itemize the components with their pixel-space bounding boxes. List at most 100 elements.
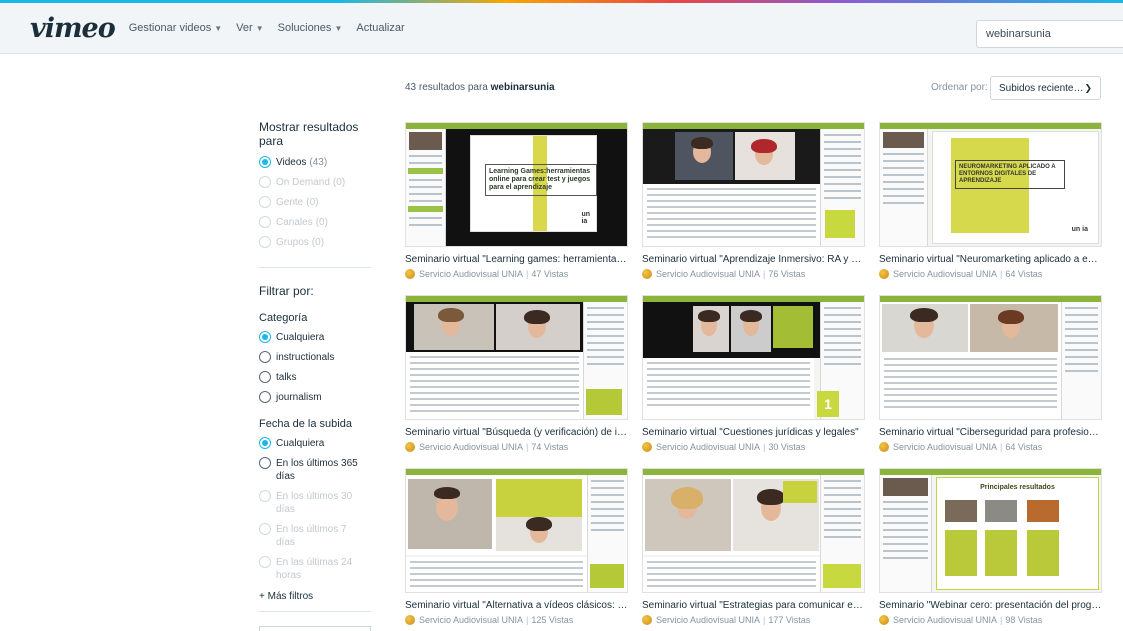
radio-videos[interactable]: Videos (43) (259, 156, 371, 169)
video-title[interactable]: Seminario virtual "Ciberseguridad para p… (879, 427, 1102, 438)
video-author[interactable]: Servicio Audiovisual UNIA (419, 269, 523, 279)
video-card[interactable]: Principales resultados Seminario "Webina… (879, 468, 1102, 625)
video-views: 177 Vistas (768, 615, 811, 625)
option-label: On Demand (276, 177, 330, 188)
avatar-icon[interactable] (879, 615, 889, 625)
video-card[interactable]: Seminario virtual "Búsqueda (y verificac… (405, 295, 628, 452)
avatar-icon[interactable] (405, 269, 415, 279)
radio-category-instructionals[interactable]: instructionals (259, 351, 371, 364)
thumb-decor (406, 475, 587, 555)
show-results-title: Mostrar resultados para (259, 120, 359, 148)
video-title[interactable]: Seminario virtual "Cuestiones jurídicas … (642, 427, 865, 438)
option-count: (0) (332, 177, 346, 188)
nav-label: Gestionar videos (128, 22, 212, 34)
video-title[interactable]: Seminario virtual "Learning games: herra… (405, 254, 628, 265)
chevron-down-icon: ▼ (334, 23, 343, 33)
results-count-text: 43 resultados para (405, 82, 488, 93)
video-card[interactable]: Seminario virtual "Estrategias para comu… (642, 468, 865, 625)
avatar-icon[interactable] (405, 442, 415, 452)
thumb-decor (643, 557, 820, 592)
slide-text: NEUROMARKETING APLICADO A ENTORNOS DIGIT… (955, 160, 1065, 189)
nav-actualizar[interactable]: Actualizar (356, 22, 404, 34)
video-title[interactable]: Seminario virtual "Búsqueda (y verificac… (405, 427, 628, 438)
radio-icon (259, 523, 271, 535)
nav-gestionar-videos[interactable]: Gestionar videos ▼ (129, 22, 222, 34)
video-thumbnail[interactable] (642, 468, 865, 593)
avatar-icon[interactable] (879, 269, 889, 279)
sidebar-bottom-box (259, 626, 371, 631)
video-author[interactable]: Servicio Audiovisual UNIA (893, 269, 997, 279)
video-card[interactable]: Seminario virtual "Alternativa a vídeos … (405, 468, 628, 625)
option-label: Cualquiera (276, 332, 325, 343)
thumb-slide: NEUROMARKETING APLICADO A ENTORNOS DIGIT… (932, 131, 1099, 244)
thumb-decor (643, 475, 820, 555)
radio-checked-icon[interactable] (259, 156, 271, 168)
video-thumbnail[interactable] (642, 122, 865, 247)
avatar-icon[interactable] (642, 615, 652, 625)
video-thumbnail[interactable] (405, 468, 628, 593)
thumb-decor (880, 302, 1061, 354)
thumb-slide: Learning Games:herramientas online para … (470, 135, 597, 232)
thumb-decor (406, 302, 583, 352)
sort-value: Subidos reciente… (999, 82, 1084, 94)
video-card[interactable]: 1 Seminario virtual "Cuestiones jurídica… (642, 295, 865, 452)
video-thumbnail[interactable] (405, 295, 628, 420)
date-options: Cualquiera En los últimos 365 días En lo… (259, 437, 371, 582)
video-author[interactable]: Servicio Audiovisual UNIA (656, 615, 760, 625)
avatar-icon[interactable] (642, 442, 652, 452)
category-title: Categoría (259, 312, 308, 324)
radio-icon[interactable] (259, 371, 271, 383)
radio-gente: Gente (0) (259, 196, 371, 209)
avatar-icon[interactable] (642, 269, 652, 279)
video-card[interactable]: Seminario virtual "Aprendizaje Inmersivo… (642, 122, 865, 279)
results-query: webinarsunia (490, 82, 555, 93)
video-author[interactable]: Servicio Audiovisual UNIA (419, 442, 523, 452)
option-label: talks (276, 372, 297, 383)
radio-checked-icon[interactable] (259, 331, 271, 343)
video-card[interactable]: Learning Games:herramientas online para … (405, 122, 628, 279)
video-thumbnail[interactable] (879, 295, 1102, 420)
video-author[interactable]: Servicio Audiovisual UNIA (656, 269, 760, 279)
radio-date-any[interactable]: Cualquiera (259, 437, 371, 450)
radio-checked-icon[interactable] (259, 437, 271, 449)
thumb-decor (406, 557, 587, 592)
video-author[interactable]: Servicio Audiovisual UNIA (893, 442, 997, 452)
sort-label: Ordenar por: (931, 82, 988, 93)
sort-select[interactable]: Subidos reciente… ❯ (990, 76, 1101, 100)
video-card[interactable]: NEUROMARKETING APLICADO A ENTORNOS DIGIT… (879, 122, 1102, 279)
video-thumbnail[interactable]: Learning Games:herramientas online para … (405, 122, 628, 247)
avatar-icon[interactable] (879, 442, 889, 452)
radio-category-cualquiera[interactable]: Cualquiera (259, 331, 371, 344)
video-title[interactable]: Seminario virtual "Aprendizaje Inmersivo… (642, 254, 865, 265)
radio-icon[interactable] (259, 351, 271, 363)
video-author[interactable]: Servicio Audiovisual UNIA (656, 442, 760, 452)
video-views: 76 Vistas (768, 269, 806, 279)
radio-icon (259, 556, 271, 568)
video-author[interactable]: Servicio Audiovisual UNIA (419, 615, 523, 625)
radio-date-365[interactable]: En los últimos 365 días (259, 457, 371, 483)
video-title[interactable]: Seminario virtual "Alternativa a vídeos … (405, 600, 628, 611)
radio-icon[interactable] (259, 391, 271, 403)
radio-category-journalism[interactable]: journalism (259, 391, 371, 404)
video-author[interactable]: Servicio Audiovisual UNIA (893, 615, 997, 625)
video-title[interactable]: Seminario "Webinar cero: presentación de… (879, 600, 1102, 611)
video-title[interactable]: Seminario virtual "Neuromarketing aplica… (879, 254, 1102, 265)
search-input[interactable] (976, 20, 1123, 48)
video-thumbnail[interactable]: NEUROMARKETING APLICADO A ENTORNOS DIGIT… (879, 122, 1102, 247)
nav-soluciones[interactable]: Soluciones ▼ (278, 22, 343, 34)
radio-icon[interactable] (259, 457, 271, 469)
video-views: 74 Vistas (531, 442, 569, 452)
radio-category-talks[interactable]: talks (259, 371, 371, 384)
video-meta: Servicio Audiovisual UNIA | 98 Vistas (879, 615, 1102, 625)
video-title[interactable]: Seminario virtual "Estrategias para comu… (642, 600, 865, 611)
video-thumbnail[interactable]: Principales resultados (879, 468, 1102, 593)
video-card[interactable]: Seminario virtual "Ciberseguridad para p… (879, 295, 1102, 452)
separator: | (763, 442, 766, 452)
nav-ver[interactable]: Ver ▼ (236, 22, 263, 34)
video-thumbnail[interactable]: 1 (642, 295, 865, 420)
more-filters-link[interactable]: + Más filtros (259, 591, 371, 602)
avatar-icon[interactable] (405, 615, 415, 625)
nav-label: Ver (236, 22, 253, 34)
vimeo-logo[interactable]: vimeo (30, 13, 116, 44)
option-label: Canales (276, 217, 313, 228)
